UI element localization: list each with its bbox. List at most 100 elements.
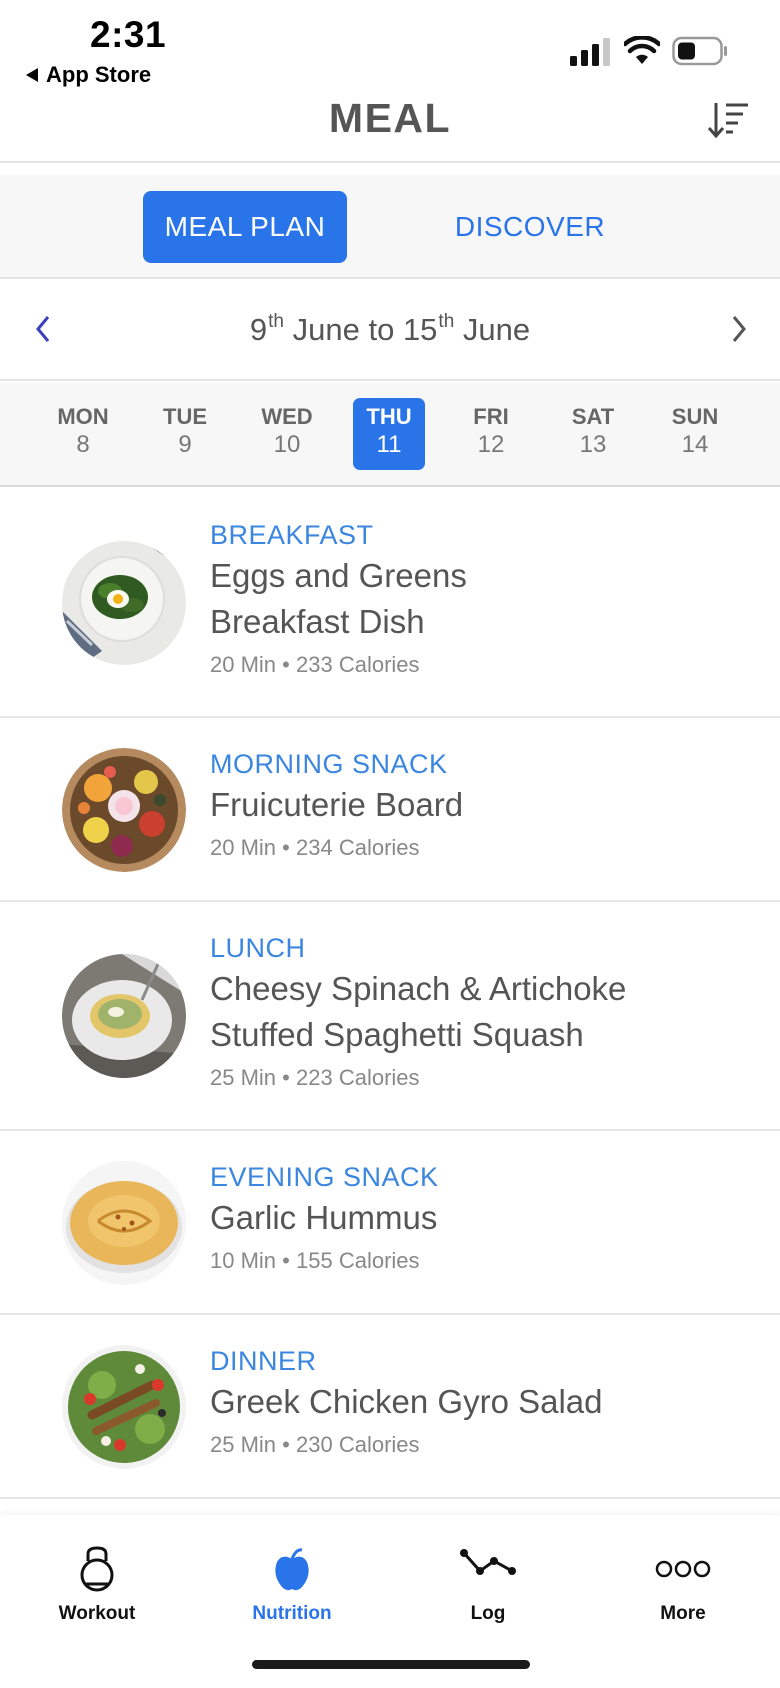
back-to-app-store[interactable]: App Store xyxy=(26,62,151,88)
meal-card-morning-snack[interactable]: MORNING SNACK Fruicuterie Board 20 Min •… xyxy=(0,718,780,902)
day-number: 14 xyxy=(681,431,709,458)
day-wed[interactable]: WED 10 xyxy=(251,398,323,470)
day-number: 10 xyxy=(273,431,301,458)
day-sat[interactable]: SAT 13 xyxy=(557,398,629,470)
week-start-day: 9 xyxy=(249,312,268,347)
tab-label: More xyxy=(660,1603,706,1624)
week-end-suffix: th xyxy=(438,311,455,332)
day-number: 9 xyxy=(178,431,192,458)
tab-more[interactable]: More xyxy=(603,1545,763,1625)
battery-icon xyxy=(672,36,727,66)
meal-name-line1: Garlic Hummus xyxy=(210,1199,438,1236)
meal-card-evening-snack[interactable]: EVENING SNACK Garlic Hummus 10 Min • 155… xyxy=(0,1131,780,1315)
day-name: MON xyxy=(57,404,109,429)
page-title: MEAL xyxy=(328,95,452,141)
meta-separator: • xyxy=(282,835,290,860)
day-name: THU xyxy=(366,404,412,429)
meal-info: MORNING SNACK Fruicuterie Board 20 Min •… xyxy=(210,746,760,864)
meal-info: DINNER Greek Chicken Gyro Salad 25 Min •… xyxy=(210,1343,760,1461)
day-fri[interactable]: FRI 12 xyxy=(455,398,527,470)
meta-separator: • xyxy=(282,1065,290,1090)
meal-calories: 155 Calories xyxy=(296,1248,420,1273)
wifi-icon xyxy=(624,36,660,64)
week-end-month: June xyxy=(462,312,531,347)
day-sun[interactable]: SUN 14 xyxy=(659,398,731,470)
meal-meta: 20 Min • 234 Calories xyxy=(210,832,760,864)
home-indicator[interactable] xyxy=(252,1660,530,1669)
cellular-signal-icon xyxy=(570,38,610,66)
tab-label: Workout xyxy=(58,1603,136,1624)
meal-info: BREAKFAST Eggs and Greens Breakfast Dish… xyxy=(210,517,760,681)
meta-separator: • xyxy=(282,652,290,677)
meal-time: 10 Min xyxy=(210,1248,277,1273)
next-week-arrow-icon[interactable] xyxy=(724,311,754,347)
meal-card-lunch[interactable]: LUNCH Cheesy Spinach & Artichoke Stuffed… xyxy=(0,902,780,1131)
tab-discover[interactable]: DISCOVER xyxy=(440,191,620,263)
hummus-photo xyxy=(62,1161,186,1285)
meal-name-line2: Stuffed Spaghetti Squash xyxy=(210,1016,584,1053)
day-number: 12 xyxy=(477,431,505,458)
meal-info: LUNCH Cheesy Spinach & Artichoke Stuffed… xyxy=(210,930,760,1094)
week-navigator: 9th June to 15th June xyxy=(0,281,780,381)
meal-type: EVENING SNACK xyxy=(210,1162,439,1192)
week-range: 9th June to 15th June xyxy=(0,311,780,348)
meal-calories: 223 Calories xyxy=(296,1065,420,1090)
gyro-salad-photo xyxy=(62,1345,186,1469)
tab-label: Nutrition xyxy=(252,1603,332,1624)
kettlebell-icon xyxy=(80,1546,114,1592)
day-mon[interactable]: MON 8 xyxy=(47,398,119,470)
tab-meal-plan[interactable]: MEAL PLAN xyxy=(143,191,347,263)
fruit-board-photo xyxy=(62,748,186,872)
tab-nutrition[interactable]: Nutrition xyxy=(212,1545,372,1625)
meal-time: 25 Min xyxy=(210,1432,277,1457)
tab-workout[interactable]: Workout xyxy=(17,1545,177,1625)
status-bar: 2:31 App Store xyxy=(0,0,780,95)
meal-time: 20 Min xyxy=(210,652,277,677)
sort-icon[interactable] xyxy=(706,99,750,141)
more-icon xyxy=(655,1560,711,1578)
meal-type: BREAKFAST xyxy=(210,520,374,550)
day-selector: MON 8 TUE 9 WED 10 THU 11 FRI 12 SAT 13 … xyxy=(0,383,780,487)
week-connector: to xyxy=(368,312,395,347)
day-name: SAT xyxy=(571,404,615,429)
meal-card-breakfast[interactable]: BREAKFAST Eggs and Greens Breakfast Dish… xyxy=(0,489,780,718)
day-number: 11 xyxy=(376,431,402,458)
meal-type: MORNING SNACK xyxy=(210,749,448,779)
apple-icon xyxy=(275,1548,309,1591)
week-start-month: June xyxy=(292,312,360,347)
meal-list: BREAKFAST Eggs and Greens Breakfast Dish… xyxy=(0,489,780,1499)
spaghetti-squash-photo xyxy=(62,954,186,1078)
meal-type: DINNER xyxy=(210,1346,317,1376)
meal-name-line1: Eggs and Greens xyxy=(210,557,467,594)
segment-bar: MEAL PLAN DISCOVER xyxy=(0,175,780,279)
meal-meta: 25 Min • 230 Calories xyxy=(210,1429,760,1461)
day-name: FRI xyxy=(473,404,509,429)
meal-meta: 10 Min • 155 Calories xyxy=(210,1245,760,1277)
header: MEAL xyxy=(0,95,780,163)
graph-icon xyxy=(460,1549,516,1575)
back-triangle-icon xyxy=(26,68,38,82)
status-time: 2:31 xyxy=(90,14,167,55)
eggs-greens-photo xyxy=(62,541,186,665)
week-start-suffix: th xyxy=(268,311,284,332)
week-end-day: 15 xyxy=(402,312,438,347)
meal-time: 25 Min xyxy=(210,1065,277,1090)
day-tue[interactable]: TUE 9 xyxy=(149,398,221,470)
meal-type: LUNCH xyxy=(210,933,306,963)
meal-calories: 233 Calories xyxy=(296,652,420,677)
meal-meta: 25 Min • 223 Calories xyxy=(210,1062,760,1094)
meal-name-line1: Fruicuterie Board xyxy=(210,786,464,823)
day-name: WED xyxy=(261,404,313,429)
meta-separator: • xyxy=(282,1248,290,1273)
meal-card-dinner[interactable]: DINNER Greek Chicken Gyro Salad 25 Min •… xyxy=(0,1315,780,1499)
day-name: SUN xyxy=(671,404,719,429)
day-thu[interactable]: THU 11 xyxy=(353,398,425,470)
tab-log[interactable]: Log xyxy=(408,1545,568,1625)
tab-label: Log xyxy=(470,1603,506,1624)
meta-separator: • xyxy=(282,1432,290,1457)
meal-info: EVENING SNACK Garlic Hummus 10 Min • 155… xyxy=(210,1159,760,1277)
day-number: 13 xyxy=(579,431,607,458)
meal-meta: 20 Min • 233 Calories xyxy=(210,649,760,681)
day-name: TUE xyxy=(163,404,207,429)
meal-name-line2: Breakfast Dish xyxy=(210,603,425,640)
